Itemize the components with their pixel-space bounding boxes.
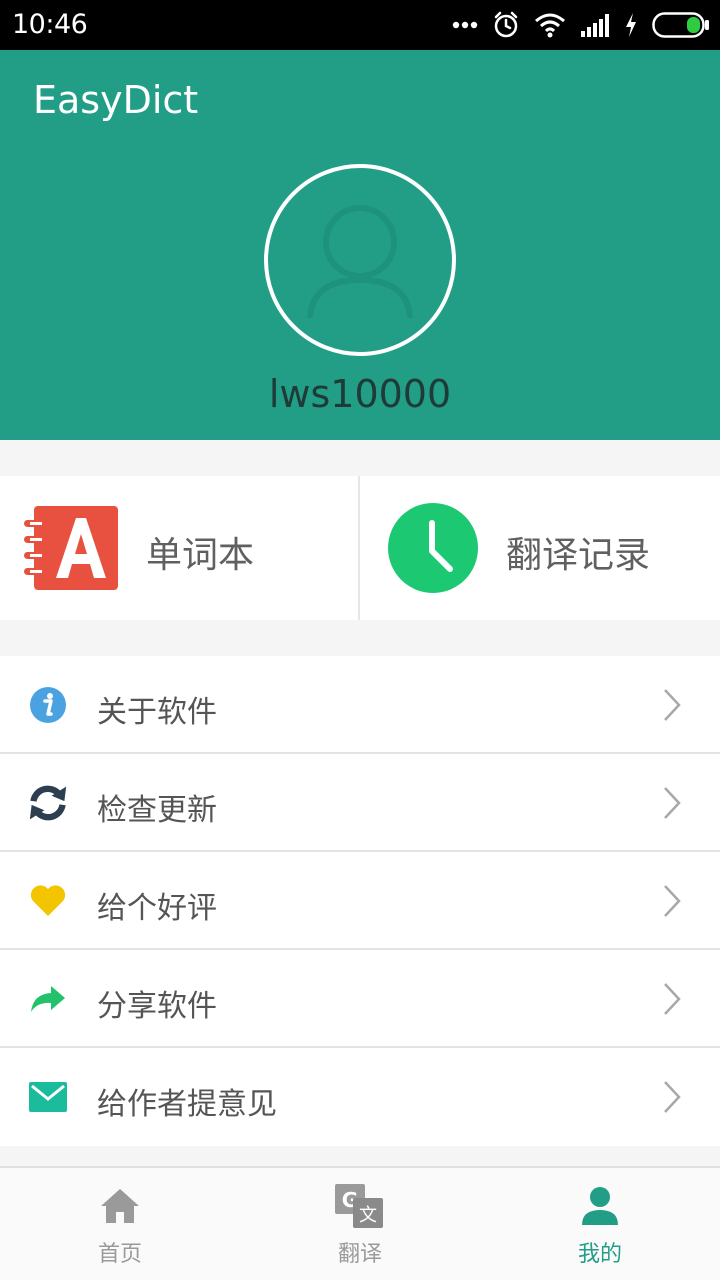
chevron-right-icon bbox=[664, 1081, 681, 1113]
tab-home[interactable]: 首页 bbox=[0, 1168, 240, 1280]
chevron-right-icon bbox=[664, 689, 681, 721]
wordbook-button[interactable]: 单词本 bbox=[0, 476, 360, 620]
menu-label-about: 关于软件 bbox=[97, 695, 217, 730]
app-title: EasyDict bbox=[33, 78, 199, 122]
menu-label-feedback: 给作者提意见 bbox=[97, 1087, 277, 1122]
battery-icon bbox=[652, 12, 709, 38]
translation-history-button[interactable]: 翻译记录 bbox=[360, 476, 720, 620]
clock-icon bbox=[388, 503, 478, 593]
chevron-right-icon bbox=[664, 983, 681, 1015]
status-time: 10:46 bbox=[12, 9, 88, 40]
menu-item-rate[interactable]: 给个好评 bbox=[0, 852, 720, 950]
username: lws10000 bbox=[268, 372, 452, 416]
mail-icon bbox=[28, 1077, 68, 1117]
menu-item-feedback[interactable]: 给作者提意见 bbox=[0, 1048, 720, 1146]
user-avatar-icon bbox=[307, 205, 413, 319]
avatar[interactable] bbox=[264, 164, 456, 356]
translate-icon: G 文 bbox=[335, 1184, 383, 1228]
quick-actions: 单词本 翻译记录 bbox=[0, 476, 720, 620]
more-dots-icon bbox=[452, 21, 478, 29]
signal-icon bbox=[581, 14, 609, 37]
tab-translate-label: 翻译 bbox=[337, 1242, 382, 1267]
tab-translate[interactable]: G 文 翻译 bbox=[240, 1168, 480, 1280]
svg-text:文: 文 bbox=[359, 1205, 377, 1226]
menu-item-check-update[interactable]: 检查更新 bbox=[0, 754, 720, 852]
tab-profile-label: 我的 bbox=[577, 1242, 622, 1267]
wifi-icon bbox=[535, 13, 565, 38]
menu-item-about[interactable]: 关于软件 bbox=[0, 656, 720, 754]
wordbook-label: 单词本 bbox=[146, 535, 255, 576]
heart-icon bbox=[28, 881, 68, 921]
status-icons bbox=[452, 10, 710, 40]
translation-history-label: 翻译记录 bbox=[506, 535, 651, 576]
share-icon bbox=[28, 979, 68, 1019]
chevron-right-icon bbox=[664, 885, 681, 917]
bottom-nav: 首页 G 文 翻译 我的 bbox=[0, 1166, 720, 1280]
tab-profile[interactable]: 我的 bbox=[480, 1168, 720, 1280]
info-icon bbox=[28, 685, 68, 725]
chevron-right-icon bbox=[664, 787, 681, 819]
menu-label-rate: 给个好评 bbox=[97, 891, 217, 926]
settings-menu: 关于软件 检查更新 给个好评 分享软件 给作者提意见 bbox=[0, 656, 720, 1146]
tab-home-label: 首页 bbox=[97, 1242, 142, 1267]
refresh-icon bbox=[28, 783, 68, 823]
wordbook-icon bbox=[24, 506, 118, 590]
status-bar: 10:46 bbox=[0, 0, 720, 50]
profile-header: EasyDict lws10000 bbox=[0, 50, 720, 440]
profile-icon bbox=[582, 1187, 618, 1225]
menu-label-share: 分享软件 bbox=[97, 989, 217, 1024]
menu-label-check-update: 检查更新 bbox=[97, 793, 217, 828]
charging-icon bbox=[626, 13, 636, 37]
menu-item-share[interactable]: 分享软件 bbox=[0, 950, 720, 1048]
alarm-icon bbox=[494, 11, 518, 38]
home-icon bbox=[101, 1189, 139, 1223]
